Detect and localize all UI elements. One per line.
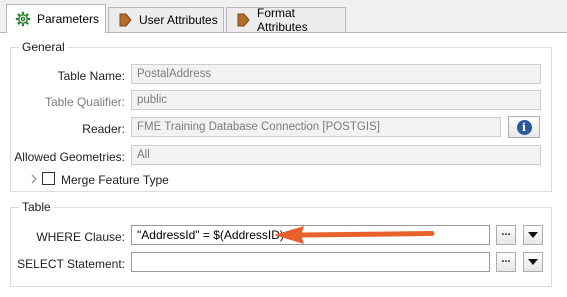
chevron-down-icon [528,232,538,238]
merge-feature-type-checkbox[interactable] [42,172,55,185]
general-group: General Table Name: PostalAddress Table … [10,40,552,192]
tab-user-attributes-label: User Attributes [139,13,218,27]
table-group-title: Table [19,200,54,214]
ellipsis-label: ... [501,225,511,238]
attribute-icon [117,12,133,28]
tab-format-attributes-label: Format Attributes [257,6,308,34]
tab-user-attributes[interactable]: User Attributes [108,7,224,32]
table-qualifier-label: Table Qualifier: [44,95,125,109]
table-name-label: Table Name: [57,69,125,83]
table-name-field: PostalAddress [131,64,541,84]
table-qualifier-field: public [131,90,541,110]
chevron-right-icon[interactable] [29,173,39,185]
reader-info-button[interactable]: i [508,116,540,138]
tab-bar: Parameters User Attributes Format Attrib… [0,0,567,34]
info-icon: i [516,119,532,135]
tab-format-attributes[interactable]: Format Attributes [226,6,346,34]
table-group: Table WHERE Clause: "AddressId" = $(Addr… [10,200,552,287]
merge-feature-type-label: Merge Feature Type [61,173,169,187]
select-statement-dropdown-button[interactable] [523,252,543,272]
ellipsis-label: ... [501,252,511,265]
allowed-geometries-label: Allowed Geometries: [14,150,125,164]
select-statement-label: SELECT Statement: [17,257,125,271]
parameters-panel: General Table Name: PostalAddress Table … [0,32,567,297]
general-group-title: General [19,40,68,54]
reader-label: Reader: [82,122,125,136]
tab-parameters[interactable]: Parameters [6,4,106,33]
chevron-down-icon [528,259,538,265]
reader-field: FME Training Database Connection [POSTGI… [131,117,501,137]
attribute-icon [235,12,251,28]
select-statement-ellipsis-button[interactable]: ... [496,252,516,272]
where-clause-label: WHERE Clause: [36,230,125,244]
select-statement-input[interactable] [131,252,490,272]
annotation-arrow-icon [274,226,435,244]
where-clause-ellipsis-button[interactable]: ... [496,225,516,245]
gear-icon [15,11,31,27]
where-clause-dropdown-button[interactable] [523,225,543,245]
allowed-geometries-field: All [131,145,541,165]
tab-parameters-label: Parameters [37,12,100,26]
